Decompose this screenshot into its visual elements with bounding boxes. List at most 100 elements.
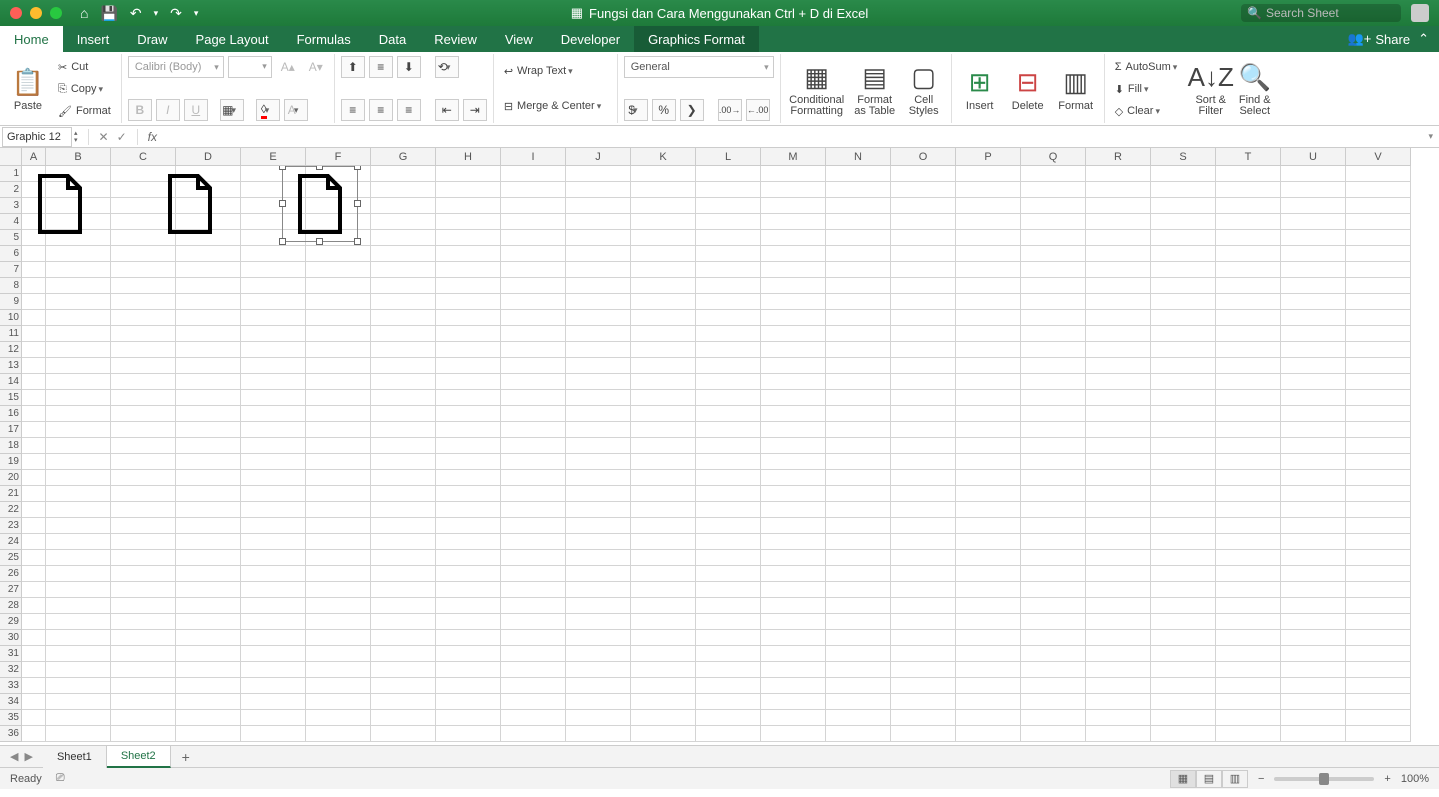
cell-R16[interactable] — [1086, 406, 1151, 422]
cell-J30[interactable] — [566, 630, 631, 646]
cell-G26[interactable] — [371, 566, 436, 582]
cell-M17[interactable] — [761, 422, 826, 438]
cell-D11[interactable] — [176, 326, 241, 342]
cell-U33[interactable] — [1281, 678, 1346, 694]
cell-D34[interactable] — [176, 694, 241, 710]
row-header-15[interactable]: 15 — [0, 390, 22, 406]
cell-J22[interactable] — [566, 502, 631, 518]
decrease-decimal-button[interactable]: ←.00 — [746, 99, 770, 121]
cell-S36[interactable] — [1151, 726, 1216, 742]
column-header-C[interactable]: C — [111, 148, 176, 166]
cell-U4[interactable] — [1281, 214, 1346, 230]
cell-R6[interactable] — [1086, 246, 1151, 262]
cell-U20[interactable] — [1281, 470, 1346, 486]
cell-B28[interactable] — [46, 598, 111, 614]
tab-graphics-format[interactable]: Graphics Format — [634, 26, 759, 52]
cell-F24[interactable] — [306, 534, 371, 550]
cell-R34[interactable] — [1086, 694, 1151, 710]
cell-T13[interactable] — [1216, 358, 1281, 374]
cell-L6[interactable] — [696, 246, 761, 262]
cell-D6[interactable] — [176, 246, 241, 262]
cell-V28[interactable] — [1346, 598, 1411, 614]
cell-R33[interactable] — [1086, 678, 1151, 694]
cell-L26[interactable] — [696, 566, 761, 582]
graphic-shape-1[interactable] — [36, 174, 84, 234]
cell-U6[interactable] — [1281, 246, 1346, 262]
cell-K16[interactable] — [631, 406, 696, 422]
cell-B34[interactable] — [46, 694, 111, 710]
cell-G27[interactable] — [371, 582, 436, 598]
cell-C29[interactable] — [111, 614, 176, 630]
cell-V26[interactable] — [1346, 566, 1411, 582]
row-header-20[interactable]: 20 — [0, 470, 22, 486]
sheet-tab-sheet1[interactable]: Sheet1 — [43, 746, 107, 768]
cell-C33[interactable] — [111, 678, 176, 694]
cell-K35[interactable] — [631, 710, 696, 726]
cell-M4[interactable] — [761, 214, 826, 230]
row-header-8[interactable]: 8 — [0, 278, 22, 294]
cell-L36[interactable] — [696, 726, 761, 742]
cell-T16[interactable] — [1216, 406, 1281, 422]
cell-G5[interactable] — [371, 230, 436, 246]
cell-I29[interactable] — [501, 614, 566, 630]
cell-G13[interactable] — [371, 358, 436, 374]
cell-T17[interactable] — [1216, 422, 1281, 438]
cell-J28[interactable] — [566, 598, 631, 614]
cell-R17[interactable] — [1086, 422, 1151, 438]
cell-U14[interactable] — [1281, 374, 1346, 390]
cell-N32[interactable] — [826, 662, 891, 678]
cell-B31[interactable] — [46, 646, 111, 662]
cell-R23[interactable] — [1086, 518, 1151, 534]
cell-F34[interactable] — [306, 694, 371, 710]
cell-Q35[interactable] — [1021, 710, 1086, 726]
cell-F36[interactable] — [306, 726, 371, 742]
cell-S35[interactable] — [1151, 710, 1216, 726]
cell-H22[interactable] — [436, 502, 501, 518]
cell-N18[interactable] — [826, 438, 891, 454]
row-header-33[interactable]: 33 — [0, 678, 22, 694]
row-header-30[interactable]: 30 — [0, 630, 22, 646]
cell-P33[interactable] — [956, 678, 1021, 694]
cell-R25[interactable] — [1086, 550, 1151, 566]
cell-K34[interactable] — [631, 694, 696, 710]
cell-Q4[interactable] — [1021, 214, 1086, 230]
cell-P32[interactable] — [956, 662, 1021, 678]
cell-N5[interactable] — [826, 230, 891, 246]
cell-M19[interactable] — [761, 454, 826, 470]
cell-P14[interactable] — [956, 374, 1021, 390]
cell-I35[interactable] — [501, 710, 566, 726]
cell-R11[interactable] — [1086, 326, 1151, 342]
search-input[interactable] — [1266, 6, 1395, 20]
cell-K25[interactable] — [631, 550, 696, 566]
cell-V13[interactable] — [1346, 358, 1411, 374]
cell-O22[interactable] — [891, 502, 956, 518]
cell-S5[interactable] — [1151, 230, 1216, 246]
cell-U32[interactable] — [1281, 662, 1346, 678]
cell-L4[interactable] — [696, 214, 761, 230]
cell-J12[interactable] — [566, 342, 631, 358]
cell-O2[interactable] — [891, 182, 956, 198]
cell-S22[interactable] — [1151, 502, 1216, 518]
cell-Q19[interactable] — [1021, 454, 1086, 470]
cell-C31[interactable] — [111, 646, 176, 662]
cell-M16[interactable] — [761, 406, 826, 422]
cell-J15[interactable] — [566, 390, 631, 406]
cell-T18[interactable] — [1216, 438, 1281, 454]
cell-H1[interactable] — [436, 166, 501, 182]
cell-I16[interactable] — [501, 406, 566, 422]
name-box[interactable]: Graphic 12 — [2, 127, 72, 147]
cell-Q1[interactable] — [1021, 166, 1086, 182]
border-button[interactable]: ▦▾ — [220, 99, 244, 121]
cell-R1[interactable] — [1086, 166, 1151, 182]
sheet-tab-sheet2[interactable]: Sheet2 — [107, 746, 171, 768]
cell-J24[interactable] — [566, 534, 631, 550]
cell-H26[interactable] — [436, 566, 501, 582]
page-layout-view-button[interactable]: ▤ — [1196, 770, 1222, 788]
cell-U16[interactable] — [1281, 406, 1346, 422]
cell-B18[interactable] — [46, 438, 111, 454]
cell-T32[interactable] — [1216, 662, 1281, 678]
cell-L10[interactable] — [696, 310, 761, 326]
tab-formulas[interactable]: Formulas — [283, 26, 365, 52]
cell-D19[interactable] — [176, 454, 241, 470]
cell-M25[interactable] — [761, 550, 826, 566]
